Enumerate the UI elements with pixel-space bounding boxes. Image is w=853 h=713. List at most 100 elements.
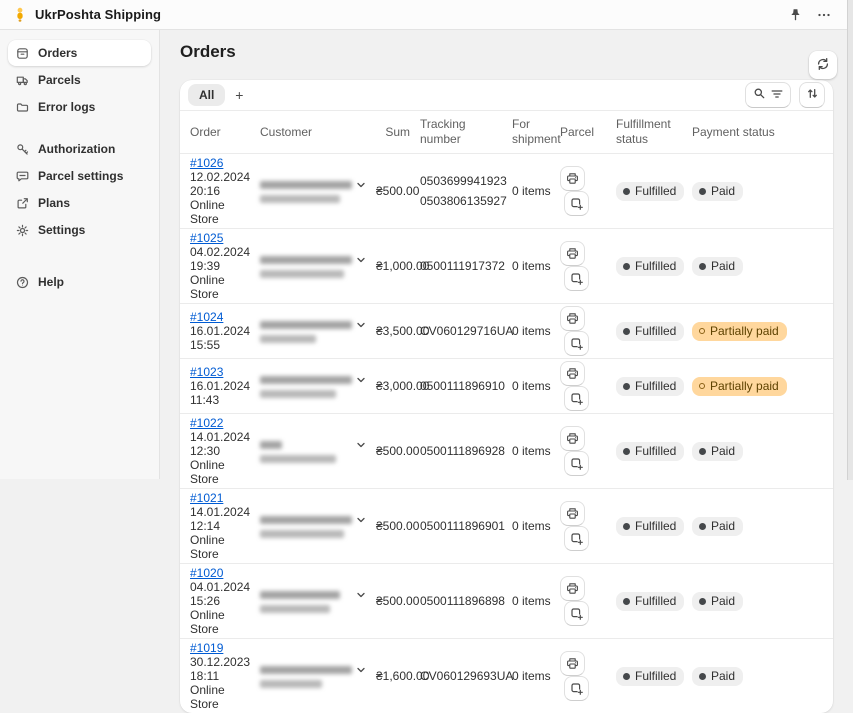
chevron-down-icon[interactable]	[356, 320, 366, 330]
create-parcel-button[interactable]	[564, 191, 589, 216]
print-label-button[interactable]	[560, 426, 585, 451]
order-date: 14.01.2024 12:30	[190, 430, 252, 458]
sidebar-item-label: Settings	[38, 223, 85, 237]
sidebar-item-error-logs[interactable]: Error logs	[8, 94, 151, 120]
column-header-payment: Payment status	[688, 111, 833, 154]
chevron-down-icon[interactable]	[356, 515, 366, 525]
sort-button[interactable]	[799, 82, 825, 108]
sidebar-item-authorization[interactable]: Authorization	[8, 136, 151, 162]
create-parcel-button[interactable]	[564, 451, 589, 476]
order-date: 16.01.2024 15:55	[190, 324, 252, 352]
print-label-button[interactable]	[560, 576, 585, 601]
order-channel: Online Store	[190, 683, 252, 711]
tab-all[interactable]: All	[188, 84, 225, 106]
order-link[interactable]: #1020	[190, 566, 223, 580]
sidebar-item-label: Error logs	[38, 100, 95, 114]
print-label-button[interactable]	[560, 166, 585, 191]
table-header-row: Order Customer Sum Tracking number For s…	[180, 111, 833, 154]
add-tab-button[interactable]: +	[227, 83, 251, 107]
order-link[interactable]: #1023	[190, 365, 223, 379]
refresh-button[interactable]	[809, 51, 837, 79]
fulfillment-status-badge: Fulfilled	[616, 322, 684, 341]
chevron-down-icon[interactable]	[356, 180, 366, 190]
for-shipment-count: 0 items	[508, 304, 556, 359]
sidebar-item-orders[interactable]: Orders	[8, 40, 151, 66]
order-sum: ₴3,000.00	[372, 359, 416, 414]
sidebar-item-parcels[interactable]: Parcels	[8, 67, 151, 93]
order-date: 16.01.2024 11:43	[190, 379, 252, 407]
chevron-down-icon[interactable]	[356, 440, 366, 450]
order-sum: ₴1,000.00	[372, 229, 416, 304]
status-dot-icon	[623, 598, 630, 605]
order-date: 04.01.2024 15:26	[190, 580, 252, 608]
chevron-down-icon[interactable]	[356, 255, 366, 265]
order-link[interactable]: #1021	[190, 491, 223, 505]
order-sum: ₴500.00	[372, 489, 416, 564]
order-channel: Online Store	[190, 458, 252, 486]
chevron-down-icon[interactable]	[356, 665, 366, 675]
sidebar-item-plans[interactable]: Plans	[8, 190, 151, 216]
order-link[interactable]: #1024	[190, 310, 223, 324]
order-date: 30.12.2023 18:11	[190, 655, 252, 683]
create-parcel-button[interactable]	[564, 601, 589, 626]
orders-icon	[16, 47, 29, 60]
chevron-down-icon[interactable]	[356, 375, 366, 385]
folder-icon	[16, 101, 29, 114]
search-filter-button[interactable]	[745, 82, 791, 108]
payment-status-badge: Paid	[692, 592, 743, 611]
sidebar-item-label: Authorization	[38, 142, 115, 156]
order-link[interactable]: #1022	[190, 416, 223, 430]
order-sum: ₴500.00	[372, 154, 416, 229]
payment-status-badge: Partially paid	[692, 377, 787, 396]
tracking-numbers: 0500111896901	[416, 489, 508, 564]
topbar: UkrPoshta Shipping	[0, 0, 853, 30]
status-dot-icon	[623, 673, 630, 680]
order-channel: Online Store	[190, 608, 252, 636]
refresh-icon	[816, 57, 830, 74]
print-label-button[interactable]	[560, 361, 585, 386]
status-dot-icon	[623, 328, 630, 335]
chevron-down-icon[interactable]	[356, 590, 366, 600]
pin-icon[interactable]	[788, 8, 802, 22]
print-label-button[interactable]	[560, 651, 585, 676]
ellipsis-icon[interactable]	[817, 8, 831, 22]
status-dot-icon	[623, 188, 630, 195]
table-row: #1019 30.12.2023 18:11 Online Store ₴1,6…	[180, 639, 833, 713]
create-parcel-button[interactable]	[564, 331, 589, 356]
fulfillment-status-badge: Fulfilled	[616, 592, 684, 611]
fulfillment-status-badge: Fulfilled	[616, 667, 684, 686]
column-header-tracking: Tracking number	[416, 111, 508, 154]
customer-phone-redacted	[260, 530, 344, 538]
customer-phone-redacted	[260, 335, 316, 343]
order-link[interactable]: #1025	[190, 231, 223, 245]
order-date: 12.02.2024 20:16	[190, 170, 252, 198]
print-label-button[interactable]	[560, 501, 585, 526]
customer-name-redacted	[260, 181, 352, 189]
for-shipment-count: 0 items	[508, 359, 556, 414]
sidebar-item-help[interactable]: Help	[8, 269, 151, 295]
column-header-order: Order	[180, 111, 256, 154]
sort-icon	[806, 87, 819, 103]
status-dot-icon	[623, 448, 630, 455]
sidebar-item-settings[interactable]: Settings	[8, 217, 151, 243]
create-parcel-button[interactable]	[564, 526, 589, 551]
fulfillment-status-badge: Fulfilled	[616, 257, 684, 276]
customer-phone-redacted	[260, 605, 330, 613]
create-parcel-button[interactable]	[564, 386, 589, 411]
sidebar-item-parcel-settings[interactable]: Parcel settings	[8, 163, 151, 189]
print-label-button[interactable]	[560, 306, 585, 331]
print-label-button[interactable]	[560, 241, 585, 266]
status-dot-icon	[623, 523, 630, 530]
order-link[interactable]: #1019	[190, 641, 223, 655]
table-row: #1020 04.01.2024 15:26 Online Store ₴500…	[180, 564, 833, 639]
customer-name-redacted	[260, 441, 282, 449]
order-channel: Online Store	[190, 198, 252, 226]
create-parcel-button[interactable]	[564, 266, 589, 291]
payment-status-badge: Paid	[692, 442, 743, 461]
order-link[interactable]: #1026	[190, 156, 223, 170]
scrollbar[interactable]	[847, 0, 853, 480]
column-header-shipment: For shipment	[508, 111, 556, 154]
chat-bubble-icon	[16, 170, 29, 183]
table-row: #1024 16.01.2024 15:55 ₴3,500.00 CV06012…	[180, 304, 833, 359]
create-parcel-button[interactable]	[564, 676, 589, 701]
